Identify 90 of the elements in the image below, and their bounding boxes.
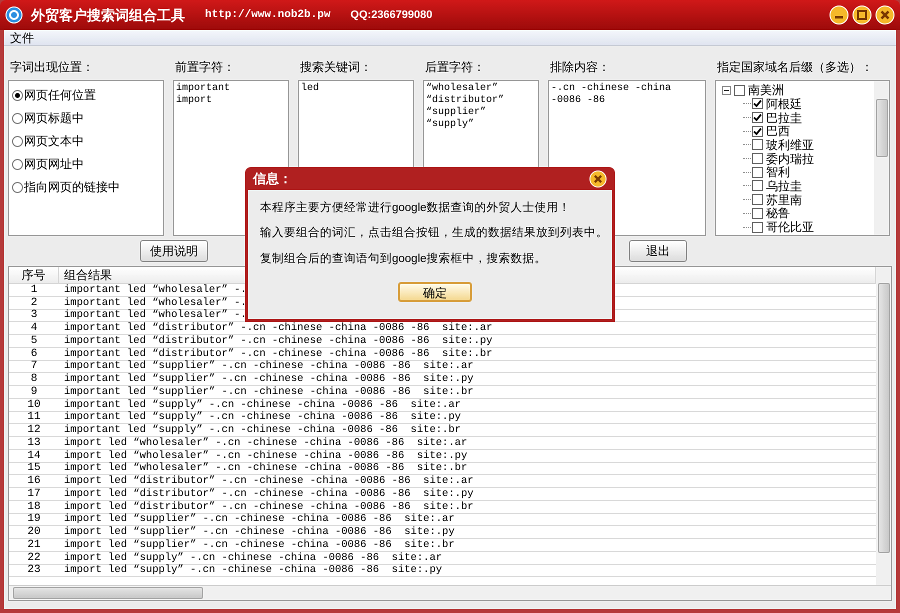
table-cell-text: 4: [30, 322, 38, 334]
table-cell-text: important led “supplier” -.cn -chinese -china -0086 -86 site:.br: [63, 386, 474, 398]
table-cell-text: import led “distributor” -.cn -chinese -china -0086 -86 site:.br: [63, 500, 474, 513]
table-cell-text: import led “supply” -.cn -chinese -china -0086 -86 site:.ar: [63, 552, 442, 564]
table-cell-text: 10: [26, 398, 42, 411]
minimize-icon[interactable]: [829, 5, 849, 25]
radio-button[interactable]: [12, 182, 23, 192]
section-label: 后置字符：: [424, 59, 486, 76]
menu-item[interactable]: 文件: [10, 28, 34, 46]
table-cell-text: 18: [26, 500, 42, 513]
table-cell-text: 22: [26, 552, 42, 564]
table-cell-text: 6: [30, 348, 38, 360]
table-cell-text: 12: [26, 424, 42, 436]
table-cell-text: 16: [26, 475, 42, 488]
table-cell-text: 11: [26, 411, 42, 424]
table-cell-text: import led “supplier” -.cn -chinese -china -0086 -86 site:.py: [63, 526, 455, 538]
table-cell-text: 3: [30, 309, 38, 322]
app-icon: [5, 6, 23, 24]
checkbox[interactable]: [752, 153, 763, 164]
table-cell-text: import led “distributor” -.cn -chinese -china -0086 -86 site:.ar: [63, 475, 474, 488]
qq-number: QQ:2366799080: [350, 8, 432, 23]
table-cell-text: 20: [26, 526, 42, 538]
table-cell-text: import led “supply” -.cn -chinese -china -0086 -86 site:.py: [63, 564, 442, 576]
table-cell-text: important led “wholesaler” -.: [63, 296, 247, 309]
expander-icon[interactable]: [722, 86, 731, 94]
table-cell-text: important led “supply” -.cn -chinese -china -0086 -86 site:.py: [63, 411, 461, 424]
table-cell-text: 19: [26, 513, 42, 526]
radio-option[interactable]: 指向网页的链接中: [9, 177, 163, 197]
radio-button[interactable]: [12, 112, 23, 124]
checkbox[interactable]: [752, 139, 763, 150]
exit-button[interactable]: 退出: [629, 240, 687, 262]
checkbox[interactable]: [752, 98, 763, 110]
ok-button[interactable]: 确定: [398, 282, 472, 302]
section-label: 排除内容：: [549, 59, 611, 76]
window-title: 外贸客户搜索词组合工具: [31, 6, 185, 25]
website-url: http://www.nob2b.pw: [205, 8, 330, 23]
table-cell-text: important led “supply” -.cn -chinese -china -0086 -86 site:.br: [63, 424, 461, 436]
table-cell-text: import led “wholesaler” -.cn -chinese -china -0086 -86 site:.br: [63, 462, 468, 474]
table-cell-text: important led “distributor” -.cn -chinese -china -0086 -86 site:.ar: [63, 322, 492, 334]
message-text: 复制组合后的查询语句到google搜索框中，搜索数据。: [260, 252, 547, 266]
section-label: 前置字符：: [174, 59, 236, 76]
checkbox[interactable]: [734, 84, 745, 96]
checkbox[interactable]: [752, 166, 763, 178]
checkbox[interactable]: [752, 194, 763, 206]
radio-option[interactable]: 网页网址中: [9, 154, 163, 174]
table-cell-text: important led “supply” -.cn -chinese -china -0086 -86 site:.ar: [63, 398, 461, 411]
radio-button[interactable]: [12, 136, 23, 146]
radio-option[interactable]: 网页文本中: [9, 131, 163, 151]
table-cell-text: important led “supplier” -.cn -chinese -china -0086 -86 site:.ar: [63, 360, 474, 372]
table-cell-text: 21: [26, 538, 42, 551]
table-cell-text: 2: [30, 296, 38, 309]
tree-item[interactable]: 玻利维亚: [766, 136, 814, 154]
section-label: 搜索关键词：: [299, 59, 373, 76]
table-cell-text: 5: [30, 334, 38, 347]
table-cell-text: 9: [30, 386, 38, 398]
table-cell-text: 15: [26, 462, 42, 474]
dialog-title: 信息：: [253, 170, 292, 188]
table-cell-text: 17: [26, 488, 42, 500]
table-cell-text: import led “wholesaler” -.cn -chinese -china -0086 -86 site:.ar: [63, 436, 468, 449]
table-cell-text: 14: [26, 450, 42, 462]
table-cell-text: import led “wholesaler” -.cn -chinese -china -0086 -86 site:.py: [63, 450, 468, 462]
radio-option[interactable]: 网页标题中: [9, 108, 163, 128]
radio-option[interactable]: 网页任何位置: [9, 85, 163, 105]
table-cell-text: 8: [30, 373, 38, 386]
checkbox[interactable]: [752, 112, 763, 124]
table-cell-text: important led “wholesaler” -.: [63, 309, 247, 322]
radio-button[interactable]: [12, 90, 23, 100]
table-cell-text: important led “distributor” -.cn -chinese -china -0086 -86 site:.br: [63, 348, 492, 360]
section-label: 字词出现位置：: [9, 59, 95, 76]
checkbox[interactable]: [752, 180, 763, 192]
table-cell-text: important led “wholesaler” -.: [63, 284, 247, 296]
table-cell-text: 1: [30, 284, 38, 296]
close-icon[interactable]: [875, 5, 895, 25]
checkbox[interactable]: [752, 222, 763, 233]
radio-button[interactable]: [12, 158, 23, 170]
table-cell-text: 23: [26, 564, 42, 576]
close-icon[interactable]: [589, 170, 607, 188]
table-cell-text: import led “supplier” -.cn -chinese -china -0086 -86 site:.ar: [63, 513, 455, 526]
maximize-icon[interactable]: [852, 5, 872, 25]
checkbox[interactable]: [752, 126, 763, 137]
table-cell-text: import led “supplier” -.cn -chinese -china -0086 -86 site:.br: [63, 538, 455, 551]
table-cell-text: 7: [30, 360, 38, 372]
table-cell-text: import led “distributor” -.cn -chinese -china -0086 -86 site:.py: [63, 488, 474, 500]
table-cell-text: important led “distributor” -.cn -chinese -china -0086 -86 site:.py: [63, 334, 492, 347]
checkbox[interactable]: [752, 208, 763, 219]
section-label: 指定国家域名后缀（多选）：: [716, 59, 874, 76]
column-header[interactable]: 序号: [9, 267, 59, 283]
table-cell-text: important led “supplier” -.cn -chinese -china -0086 -86 site:.py: [63, 373, 474, 386]
table-cell-text: 13: [26, 436, 42, 449]
help-button[interactable]: 使用说明: [140, 240, 208, 262]
